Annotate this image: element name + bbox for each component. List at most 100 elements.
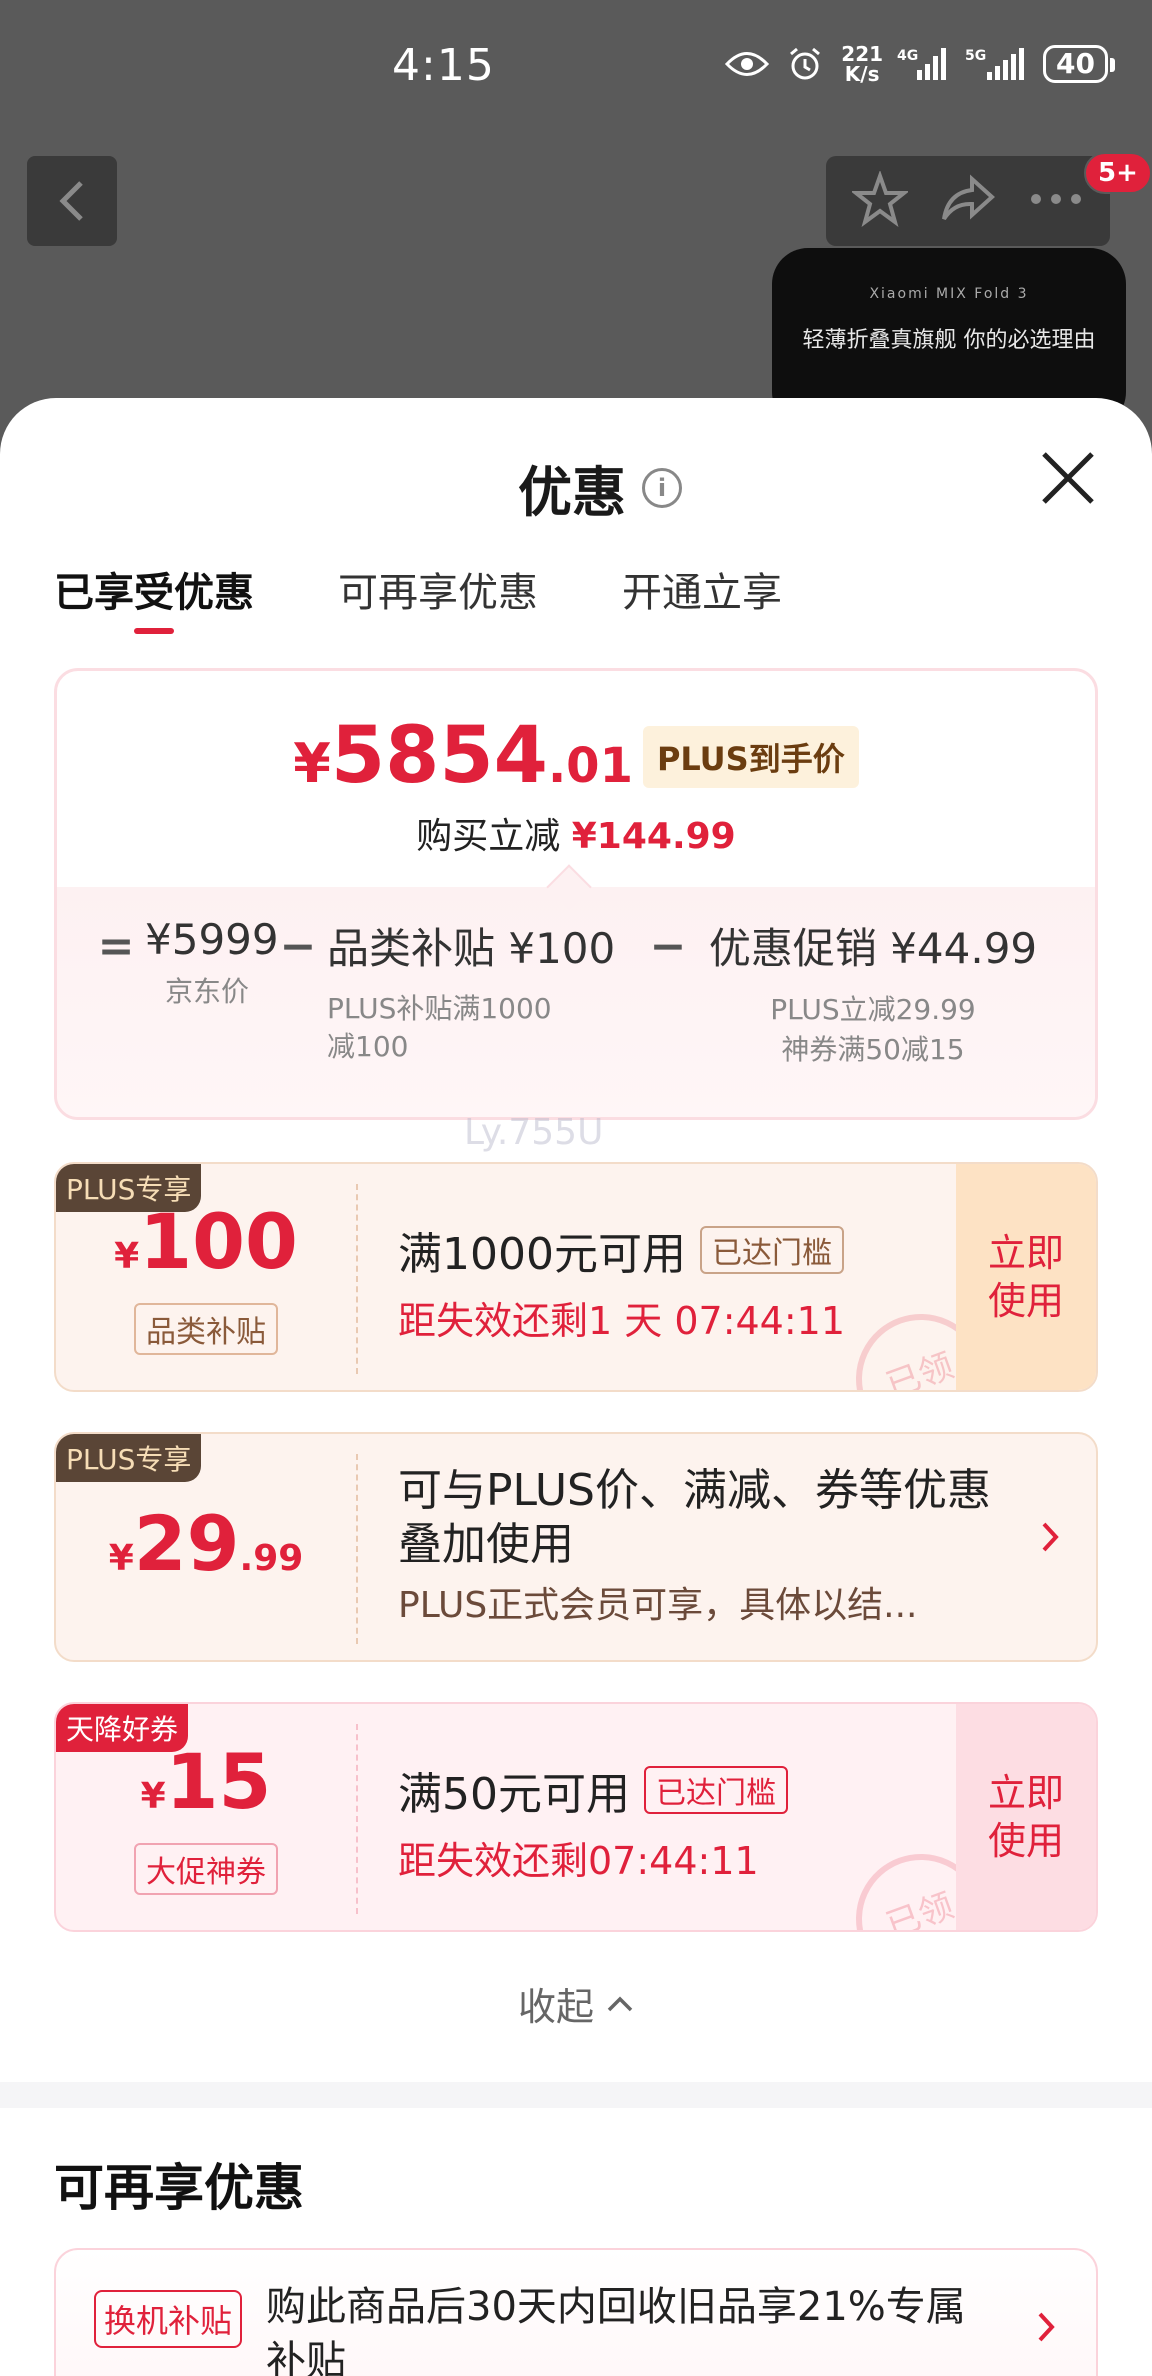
tab-open-to-enjoy[interactable]: 开通立享	[622, 560, 782, 630]
share-button[interactable]	[940, 171, 996, 231]
discount-sheet: 优惠 i 已享受优惠 可再享优惠 开通立享 ¥5854.01 PLUS到手价 购…	[0, 398, 1152, 2376]
trade-in-offer-card[interactable]: 换机补贴 购此商品后30天内回收旧品享21%专属补贴	[54, 2248, 1098, 2376]
sheet-title: 优惠	[518, 461, 626, 524]
watermark: Ly.755U	[464, 1112, 604, 1153]
promo-amount: 优惠促销 ¥44.99	[708, 924, 1038, 973]
eye-icon	[725, 44, 770, 84]
signal2-label: 5G	[965, 48, 986, 64]
net-speed: 221 K/s	[841, 44, 883, 84]
tab-enjoyed[interactable]: 已享受优惠	[54, 560, 254, 630]
use-now-button[interactable]: 立即使用	[956, 1164, 1096, 1390]
net-speed-unit: K/s	[844, 62, 880, 86]
more-dots-icon	[1031, 194, 1081, 204]
threshold-reached-badge: 已达门槛	[699, 1226, 844, 1274]
more-button[interactable]	[1028, 189, 1084, 213]
promo-brand: Xiaomi MIX Fold 3	[869, 286, 1029, 302]
tab-more-available[interactable]: 可再享优惠	[338, 560, 538, 630]
status-icons: 221 K/s 4G 5G 40	[725, 44, 1115, 84]
promo-col: 优惠促销 ¥44.99 PLUS立减29.99 神券满50减15	[697, 915, 1049, 1070]
reduce-label: 购买立减	[416, 816, 561, 857]
coupon-kind: 大促神券	[134, 1843, 278, 1895]
chevron-right-icon[interactable]	[1040, 1520, 1060, 1558]
coupon-value-area: ¥100 品类补贴	[56, 1164, 356, 1390]
coupon-title: 可与PLUS价、满减、券等优惠叠加使用	[398, 1465, 991, 1570]
share-icon	[942, 174, 995, 221]
signal-5g-icon: 5G	[965, 44, 1029, 84]
coupon-amount: ¥29.99	[56, 1506, 356, 1597]
alarm-icon	[783, 44, 827, 84]
status-time: 4:15	[392, 40, 495, 91]
jd-price-label: 京东价	[164, 975, 249, 1008]
plus-price-tag: PLUS到手价	[642, 726, 859, 788]
jd-price-col: ¥5999 京东价	[145, 915, 279, 1012]
signal1-label: 4G	[897, 48, 918, 64]
close-button[interactable]	[1040, 450, 1096, 506]
coupon-timer: 距失效还剩07:44:11	[398, 1839, 759, 1883]
collapse-button[interactable]: 收起	[0, 1976, 1152, 2031]
top-nav	[0, 156, 1152, 246]
collapse-label: 收起	[517, 1985, 594, 2029]
close-icon	[1042, 452, 1094, 504]
final-price-cents: .01	[547, 738, 633, 794]
minus-sign: −	[279, 921, 317, 972]
coupon-condition-row: 满1000元可用 已达门槛	[398, 1218, 845, 1282]
offer-tag: 换机补贴	[94, 2290, 243, 2348]
info-icon[interactable]: i	[642, 467, 682, 508]
coupon-card-super-coupon[interactable]: 天降好券 ¥15 大促神券 满50元可用 已达门槛 距失效还剩07:44:11 …	[54, 1702, 1098, 1932]
threshold-reached-badge: 已达门槛	[644, 1766, 788, 1814]
coupon-condition: 满1000元可用	[398, 1229, 686, 1280]
coupon-info: 可与PLUS价、满减、券等优惠叠加使用 PLUS正式会员可享，具体以结...	[398, 1464, 998, 1628]
favorite-button[interactable]	[850, 169, 910, 231]
promo-slogan: 轻薄折叠真旗舰 你的必选理由	[802, 328, 1096, 353]
coupon-kind: 品类补贴	[134, 1303, 278, 1355]
coupon-yen: ¥	[108, 1538, 134, 1579]
coupon-divider	[356, 1724, 358, 1914]
subsidy-col: 品类补贴 ¥100 PLUS补贴满1000 减100	[327, 915, 639, 1066]
coupon-amount-value: 100	[139, 1197, 298, 1286]
chevron-right-icon[interactable]	[1036, 2310, 1056, 2348]
coupon-amount-value: 15	[165, 1737, 272, 1826]
coupon-condition-row: 满50元可用 已达门槛	[398, 1758, 788, 1822]
chevron-up-icon	[607, 1996, 633, 2011]
jd-price: ¥5999	[145, 915, 279, 964]
final-price-line: ¥5854.01 PLUS到手价	[57, 711, 1095, 801]
subsidy-desc-1: PLUS补贴满1000	[327, 992, 552, 1025]
price-summary-card: ¥5854.01 PLUS到手价 购买立减 ¥144.99 = ¥5999 京东…	[54, 668, 1098, 1120]
coupon-timer: 距失效还剩1 天 07:44:11	[398, 1299, 846, 1343]
signal-4g-icon: 4G	[897, 44, 951, 84]
coupon-card-plus-discount[interactable]: PLUS专享 ¥29.99 可与PLUS价、满减、券等优惠叠加使用 PLUS正式…	[54, 1432, 1098, 1662]
subsidy-desc-2: 减100	[327, 1030, 409, 1063]
battery-indicator: 40	[1043, 45, 1115, 83]
offer-text: 购此商品后30天内回收旧品享21%专属补贴	[266, 2284, 966, 2376]
coupon-value-area: ¥29.99	[56, 1434, 356, 1660]
price-breakdown: = ¥5999 京东价 − 品类补贴 ¥100 PLUS补贴满1000 减100…	[57, 887, 1095, 1117]
summary-top: ¥5854.01 PLUS到手价 购买立减 ¥144.99	[57, 671, 1095, 887]
final-price-yen: ¥	[293, 732, 331, 795]
coupon-info: 满50元可用 已达门槛 距失效还剩07:44:11	[398, 1758, 788, 1885]
use-now-button[interactable]: 立即使用	[956, 1704, 1096, 1930]
coupon-amount-decimal: .99	[239, 1538, 304, 1579]
nav-actions	[826, 156, 1110, 246]
coupon-info: 满1000元可用 已达门槛 距失效还剩1 天 07:44:11	[398, 1218, 845, 1345]
coupon-divider	[356, 1454, 358, 1644]
minus-sign-2: −	[649, 921, 687, 972]
coupon-condition: 满50元可用	[398, 1769, 630, 1820]
subsidy-amount: 品类补贴 ¥100	[327, 924, 616, 973]
star-icon	[850, 169, 910, 228]
calc-row: = ¥5999 京东价 − 品类补贴 ¥100 PLUS补贴满1000 减100…	[87, 915, 1065, 1070]
coupon-amount: ¥100	[56, 1204, 356, 1295]
notification-badge: 5+	[1084, 152, 1152, 194]
promo-desc-2: 神券满50减15	[781, 1033, 965, 1066]
coupon-yen: ¥	[140, 1776, 166, 1817]
status-bar: 4:15 221 K/s 4G 5G 40	[0, 0, 1152, 130]
coupon-value-area: ¥15 大促神券	[56, 1704, 356, 1930]
section-divider	[0, 2082, 1152, 2108]
reduce-amount: ¥144.99	[571, 816, 736, 857]
equals-sign: =	[97, 921, 135, 972]
chevron-left-icon	[59, 181, 83, 221]
sheet-header: 优惠 i	[0, 448, 1152, 524]
back-button[interactable]	[27, 156, 117, 246]
more-offers-title: 可再享优惠	[54, 2159, 304, 2217]
coupon-subtitle: PLUS正式会员可享，具体以结...	[398, 1585, 918, 1626]
coupon-card-category-subsidy[interactable]: PLUS专享 ¥100 品类补贴 满1000元可用 已达门槛 距失效还剩1 天 …	[54, 1162, 1098, 1392]
